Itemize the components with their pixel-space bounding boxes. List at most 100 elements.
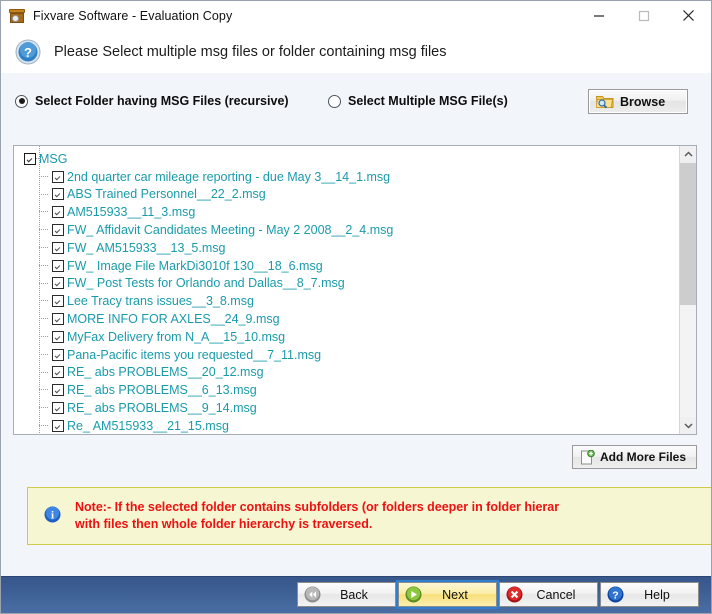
scrollbar-thumb[interactable]	[680, 163, 696, 305]
tree-item-checkbox[interactable]	[52, 241, 64, 254]
tree-item-label: Re_ AM515933__21_15.msg	[67, 418, 229, 433]
application-window: Fixvare Software - Evaluation Copy ? Ple…	[0, 0, 712, 614]
add-more-files-button[interactable]: Add More Files	[572, 445, 697, 469]
folder-search-icon	[596, 94, 614, 109]
cancel-button[interactable]: Cancel	[499, 582, 598, 607]
cancel-button-label: Cancel	[536, 587, 576, 602]
tree-item-checkbox[interactable]	[52, 224, 64, 237]
tree-item-checkbox[interactable]	[52, 313, 64, 326]
tree-item[interactable]: ABS Trained Personnel__22_2.msg	[14, 186, 679, 204]
tree-item[interactable]: 2nd quarter car mileage reporting - due …	[14, 168, 679, 186]
tree-root-checkbox[interactable]	[24, 152, 36, 165]
tree-item[interactable]: MyFax Delivery from N_A__15_10.msg	[14, 328, 679, 346]
tree-item-checkbox[interactable]	[52, 188, 64, 201]
tree-item-checkbox[interactable]	[52, 330, 64, 343]
maximize-button[interactable]	[621, 1, 666, 30]
tree-item-label: FW_ AM515933__13_5.msg	[67, 240, 226, 255]
tree-item-label: 2nd quarter car mileage reporting - due …	[67, 169, 391, 184]
tree-item-checkbox[interactable]	[52, 206, 64, 219]
tree-item[interactable]: RE_ abs PROBLEMS__9_14.msg	[14, 399, 679, 417]
add-more-files-label: Add More Files	[600, 450, 687, 464]
info-icon: i	[44, 506, 61, 523]
tree-item[interactable]: MORE INFO FOR AXLES__24_9.msg	[14, 310, 679, 328]
tree-item[interactable]: Lee Tracy trans issues__3_8.msg	[14, 292, 679, 310]
file-tree-list: MSG 2nd quarter car mileage reporting - d…	[14, 146, 679, 434]
back-button[interactable]: Back	[297, 582, 396, 607]
tree-item[interactable]: FW_ Image File MarkDi3010f 130__18_6.msg	[14, 257, 679, 275]
help-button[interactable]: ? Help	[600, 582, 699, 607]
next-button[interactable]: Next	[396, 580, 499, 609]
tree-item-checkbox[interactable]	[52, 259, 64, 272]
scroll-up-button[interactable]	[680, 146, 696, 163]
tree-item-label: RE_ abs PROBLEMS__9_14.msg	[67, 401, 257, 416]
page-title: Please Select multiple msg files or fold…	[54, 44, 447, 60]
back-button-label: Back	[340, 587, 368, 602]
tree-item-label: Lee Tracy trans issues__3_8.msg	[67, 294, 254, 309]
note-banner: i Note:- If the selected folder contains…	[27, 487, 711, 545]
note-line-1: Note:- If the selected folder contains s…	[75, 500, 560, 514]
window-controls	[576, 1, 711, 30]
page-add-icon	[580, 449, 595, 465]
help-button-label: Help	[644, 587, 670, 602]
tree-item-label: RE_ abs PROBLEMS__6_13.msg	[67, 383, 257, 398]
tree-item-checkbox[interactable]	[52, 295, 64, 308]
footer-buttons: Back Next Cancel ? Help	[295, 580, 699, 609]
minimize-button[interactable]	[576, 1, 621, 30]
tree-item-label: MyFax Delivery from N_A__15_10.msg	[67, 329, 286, 344]
radio-select-files-label: Select Multiple MSG File(s)	[348, 94, 508, 108]
tree-item[interactable]: AM515933__11_3.msg	[14, 203, 679, 221]
tree-item-checkbox[interactable]	[52, 402, 64, 415]
tree-item-label: FW_ Affidavit Candidates Meeting - May 2…	[67, 223, 394, 238]
trashcan-icon	[9, 8, 25, 24]
note-line-2: with files then whole folder hierarchy i…	[75, 517, 373, 531]
title-bar: Fixvare Software - Evaluation Copy	[1, 1, 711, 31]
tree-item[interactable]: FW_ Affidavit Candidates Meeting - May 2…	[14, 221, 679, 239]
browse-button-label: Browse	[620, 94, 666, 109]
page-header: ? Please Select multiple msg files or fo…	[1, 31, 711, 74]
file-tree[interactable]: MSG 2nd quarter car mileage reporting - d…	[13, 145, 697, 435]
play-icon	[405, 586, 422, 603]
content-panel: Select Folder having MSG Files (recursiv…	[1, 73, 711, 577]
tree-item-checkbox[interactable]	[52, 366, 64, 379]
radio-select-files[interactable]: Select Multiple MSG File(s)	[328, 94, 508, 108]
tree-item-label: AM515933__11_3.msg	[67, 205, 196, 220]
svg-text:i: i	[51, 510, 54, 522]
radio-indicator	[328, 94, 341, 108]
tree-item-label: FW_ Image File MarkDi3010f 130__18_6.msg	[67, 258, 323, 273]
browse-button[interactable]: Browse	[588, 89, 688, 114]
close-button[interactable]	[666, 1, 711, 30]
cancel-icon	[506, 586, 523, 603]
tree-item-label: FW_ Post Tests for Orlando and Dallas__8…	[67, 276, 345, 291]
tree-item[interactable]: FW_ AM515933__13_5.msg	[14, 239, 679, 257]
tree-item-checkbox[interactable]	[52, 170, 64, 183]
question-icon: ?	[607, 586, 624, 603]
next-button-label: Next	[442, 587, 468, 602]
note-text: Note:- If the selected folder contains s…	[75, 499, 559, 533]
window-title: Fixvare Software - Evaluation Copy	[33, 8, 233, 23]
tree-item-label: MORE INFO FOR AXLES__24_9.msg	[67, 312, 280, 327]
svg-text:?: ?	[612, 589, 618, 601]
tree-item-label: Pana-Pacific items you requested__7_11.m…	[67, 347, 322, 362]
tree-item-checkbox[interactable]	[52, 348, 64, 361]
radio-select-folder[interactable]: Select Folder having MSG Files (recursiv…	[15, 94, 289, 108]
tree-item[interactable]: Re_ AM515933__21_15.msg	[14, 417, 679, 434]
tree-item-checkbox[interactable]	[52, 419, 64, 432]
tree-item[interactable]: Pana-Pacific items you requested__7_11.m…	[14, 346, 679, 364]
tree-root-label: MSG	[39, 151, 68, 166]
rewind-icon	[304, 586, 321, 603]
tree-item-checkbox[interactable]	[52, 384, 64, 397]
file-tree-viewport: MSG 2nd quarter car mileage reporting - d…	[14, 146, 679, 434]
tree-item[interactable]: FW_ Post Tests for Orlando and Dallas__8…	[14, 275, 679, 293]
tree-root-node[interactable]: MSG	[14, 150, 679, 168]
svg-text:?: ?	[24, 45, 32, 60]
source-option-row: Select Folder having MSG Files (recursiv…	[1, 89, 711, 123]
footer-bar: Back Next Cancel ? Help	[1, 576, 711, 613]
tree-vertical-scrollbar[interactable]	[679, 146, 696, 434]
tree-item-checkbox[interactable]	[52, 277, 64, 290]
scroll-down-button[interactable]	[680, 417, 696, 434]
tree-item[interactable]: RE_ abs PROBLEMS__20_12.msg	[14, 364, 679, 382]
tree-item-label: RE_ abs PROBLEMS__20_12.msg	[67, 365, 264, 380]
tree-item-label: ABS Trained Personnel__22_2.msg	[67, 187, 266, 202]
radio-indicator	[15, 94, 28, 108]
tree-item[interactable]: RE_ abs PROBLEMS__6_13.msg	[14, 381, 679, 399]
